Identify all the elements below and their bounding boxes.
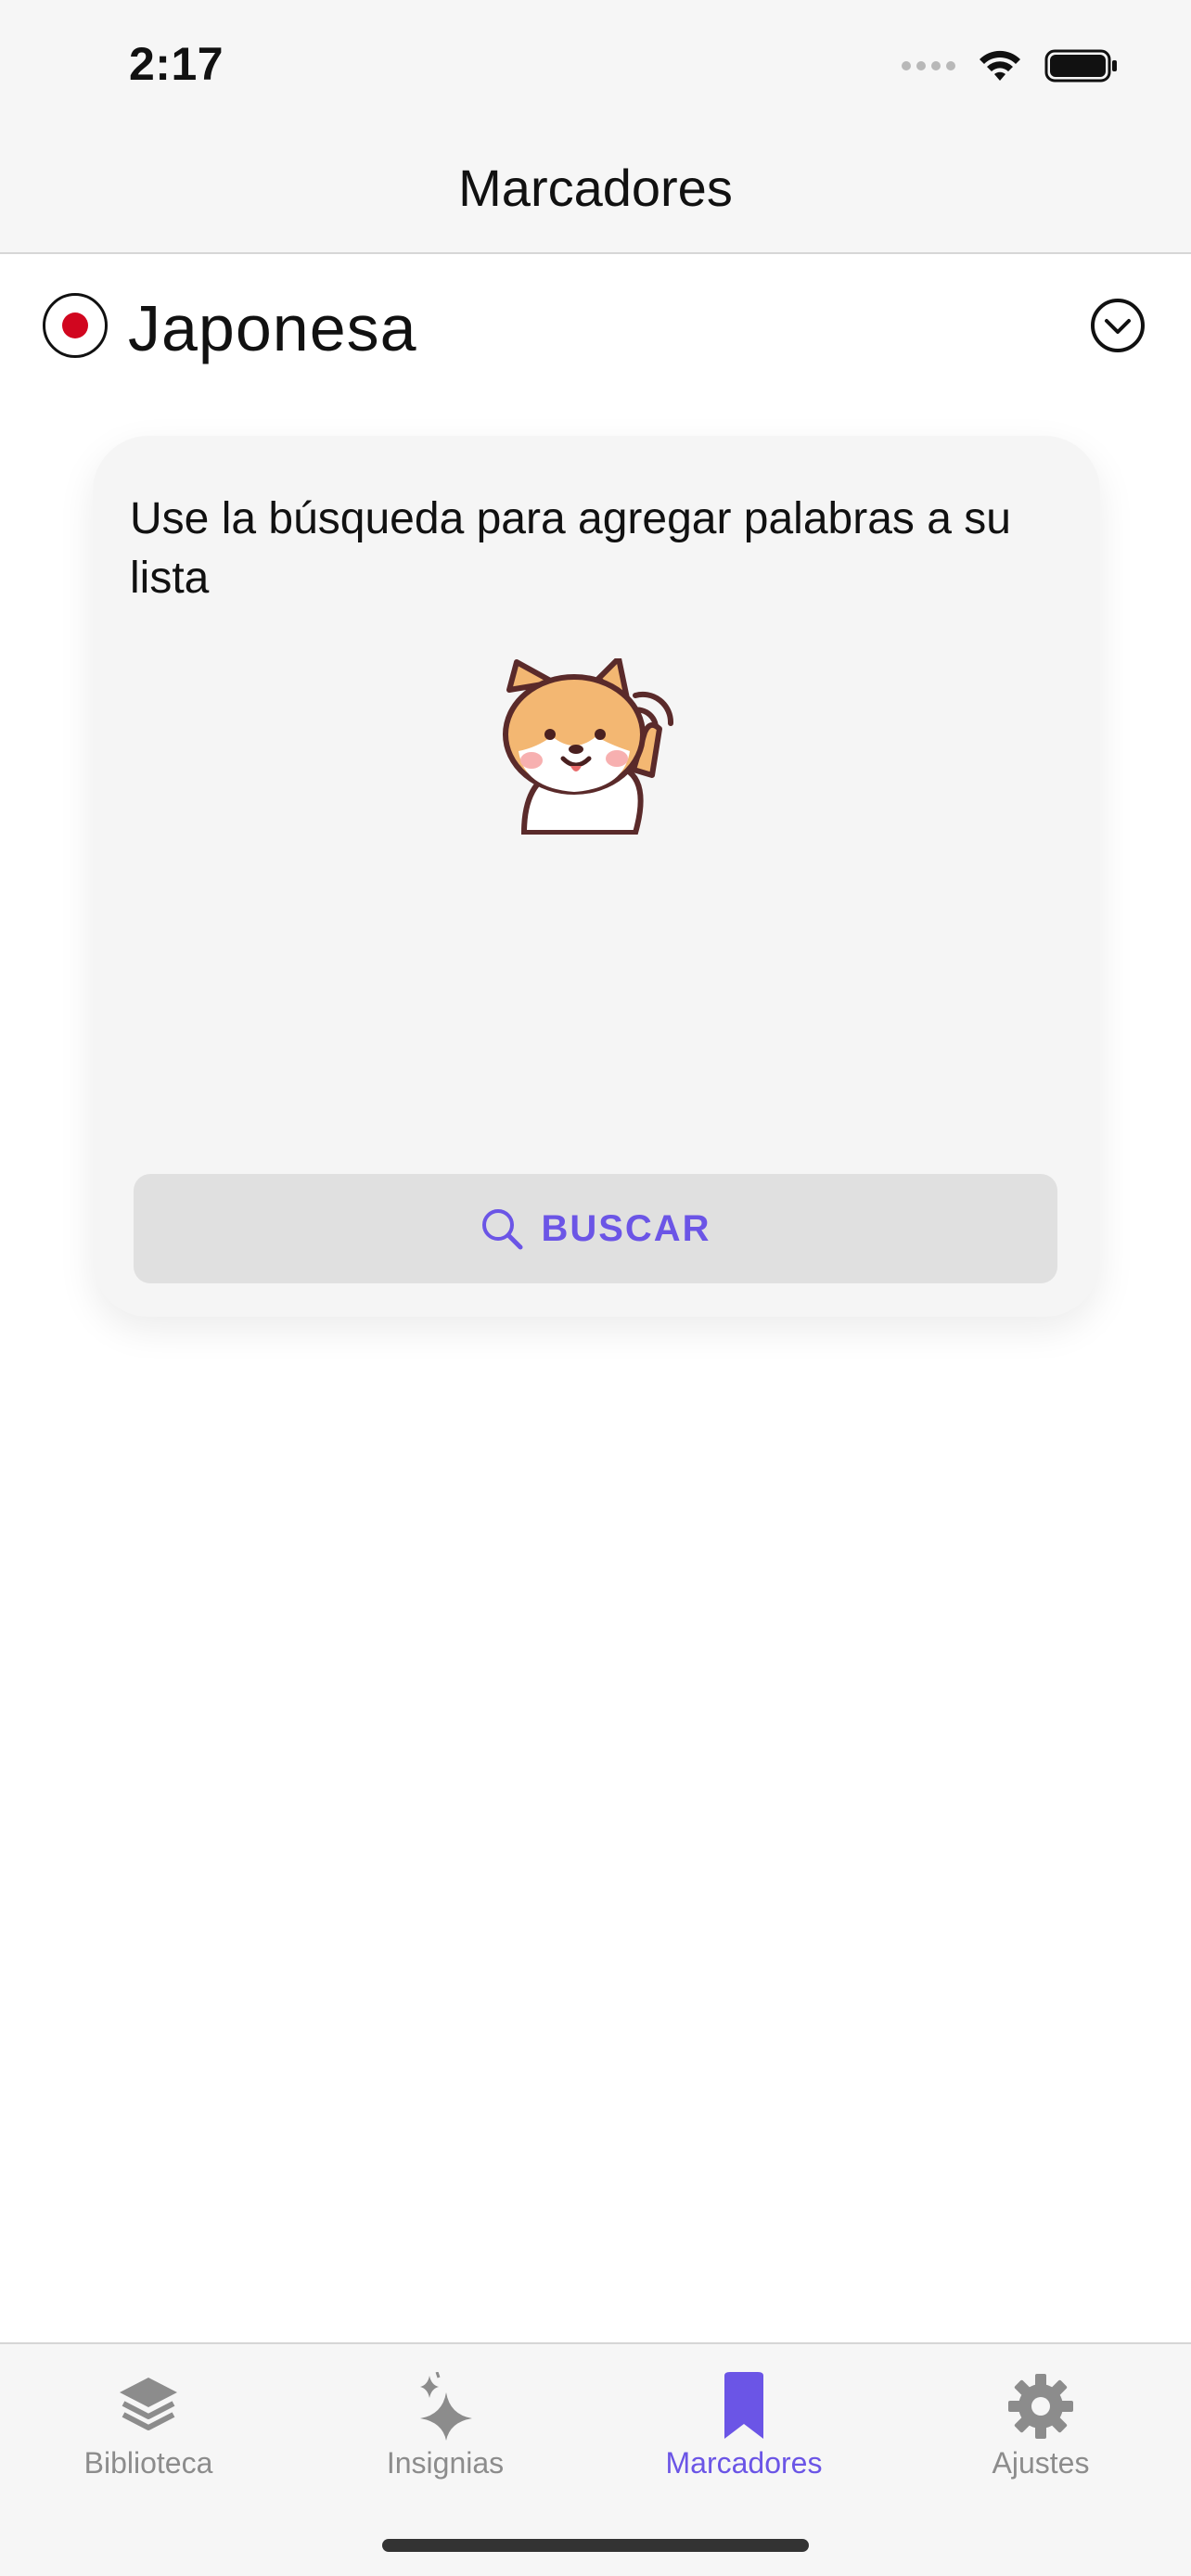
empty-state-message: Use la búsqueda para agregar palabras a … bbox=[130, 494, 1011, 603]
language-selector[interactable]: Japonesa bbox=[0, 256, 1191, 395]
search-button[interactable]: BUSCAR bbox=[134, 1174, 1057, 1283]
tab-ajustes[interactable]: Ajustes bbox=[929, 2372, 1152, 2502]
chevron-down-icon[interactable] bbox=[1089, 297, 1146, 354]
battery-icon bbox=[1044, 49, 1117, 83]
tab-label: Ajustes bbox=[992, 2446, 1090, 2480]
search-button-label: BUSCAR bbox=[541, 1207, 711, 1249]
top-bar: 2:17 Marcadores bbox=[0, 0, 1191, 254]
tab-insignias[interactable]: Insignias bbox=[334, 2372, 557, 2502]
tab-biblioteca[interactable]: Biblioteca bbox=[37, 2372, 260, 2502]
bookmark-icon bbox=[724, 2372, 763, 2439]
wifi-icon bbox=[980, 50, 1020, 81]
tab-label: Biblioteca bbox=[83, 2446, 213, 2480]
layers-icon bbox=[120, 2378, 177, 2430]
home-indicator bbox=[382, 2539, 809, 2552]
empty-bookmarks-card: Use la búsqueda para agregar palabras a … bbox=[93, 436, 1100, 1317]
status-icons bbox=[902, 43, 1119, 89]
signal-icon bbox=[902, 61, 955, 70]
language-name: Japonesa bbox=[128, 292, 417, 364]
status-time: 2:17 bbox=[129, 38, 224, 90]
gear-icon bbox=[1008, 2374, 1073, 2439]
search-icon bbox=[482, 1209, 523, 1250]
page-title: Marcadores bbox=[458, 159, 733, 217]
japan-flag-icon bbox=[43, 293, 108, 358]
tab-marcadores[interactable]: Marcadores bbox=[633, 2372, 855, 2502]
tab-label: Insignias bbox=[386, 2446, 505, 2480]
shiba-dog-mascot-icon bbox=[503, 658, 674, 835]
sparkles-icon bbox=[420, 2372, 472, 2441]
tab-label: Marcadores bbox=[665, 2446, 823, 2480]
